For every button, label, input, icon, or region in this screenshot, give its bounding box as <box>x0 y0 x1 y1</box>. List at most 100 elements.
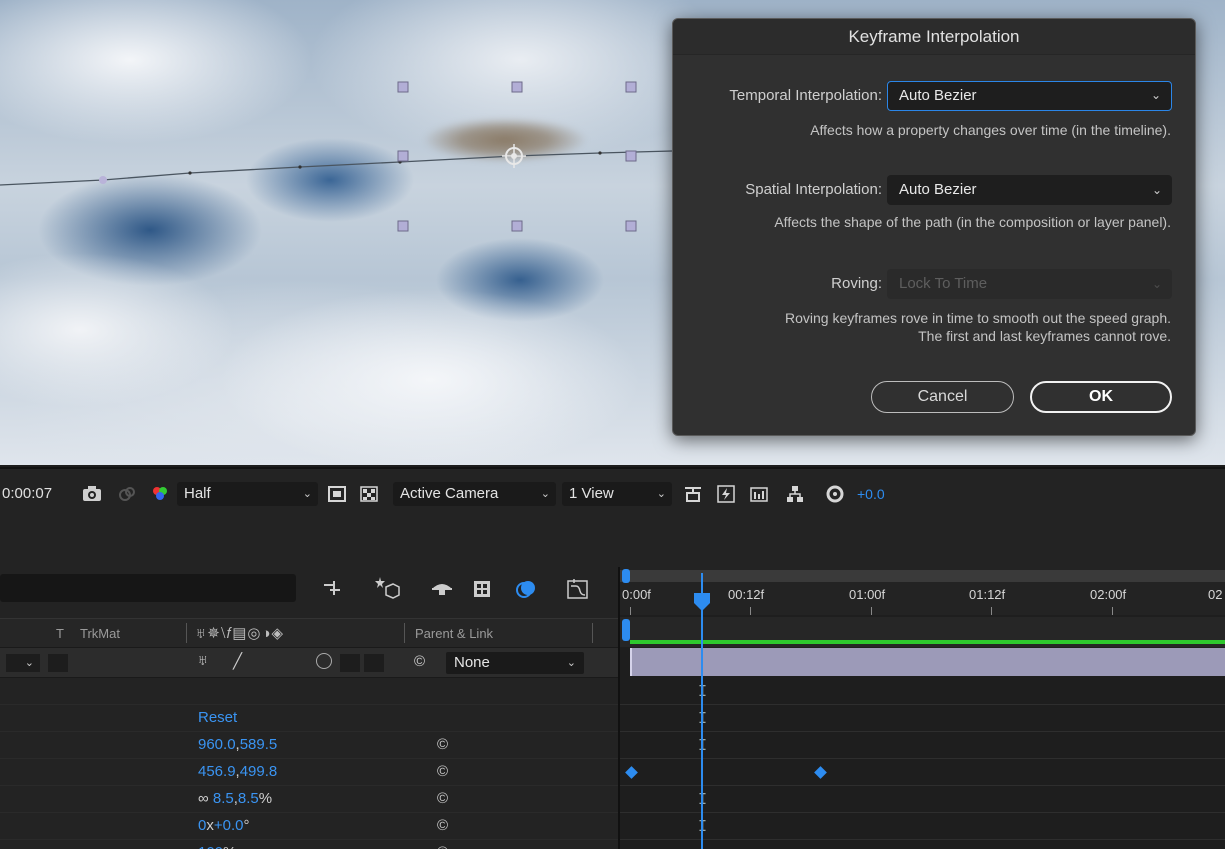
parent-dropdown[interactable]: None ⌄ <box>446 652 584 674</box>
graph-editor-icon[interactable] <box>566 577 590 601</box>
time-graph[interactable]: 0:00f 00:12f 01:00f 01:12f 02:00f 02 I I… <box>618 567 1225 849</box>
switches-icons[interactable]: ♅✵⧵𝑓▤◎◑◈ <box>195 624 284 642</box>
quality-switch-icon[interactable]: ╱ <box>233 652 242 670</box>
t-column-label: T <box>56 626 64 641</box>
timeline-icon[interactable] <box>749 484 769 504</box>
constrain-proportions-icon[interactable]: ∞ <box>198 790 209 807</box>
keyframe-diamond[interactable] <box>814 766 827 779</box>
anchor-point-icon[interactable] <box>502 144 526 168</box>
opacity-value[interactable]: 100% <box>198 844 236 849</box>
parent-value: None <box>454 654 490 671</box>
work-area-bar[interactable] <box>630 640 1225 644</box>
frame-blending-icon[interactable] <box>472 579 492 599</box>
spatial-interpolation-select[interactable]: Auto Bezier ⌄ <box>887 175 1172 205</box>
unit: % <box>223 844 236 849</box>
reset-link[interactable]: Reset <box>198 709 237 726</box>
pick-whip-icon[interactable]: © <box>437 790 448 807</box>
camera-value: Active Camera <box>400 485 499 502</box>
opacity-number[interactable]: 100 <box>198 844 223 849</box>
ruler-label: 01:00f <box>849 587 886 602</box>
resolution-value: Half <box>184 485 211 502</box>
position-x[interactable]: 456.9 <box>198 763 236 780</box>
adjustment-switch[interactable] <box>340 654 360 672</box>
timeline-row <box>620 732 1225 759</box>
fast-previews-icon[interactable] <box>716 484 736 504</box>
composition-viewer[interactable]: Keyframe Interpolation Temporal Interpol… <box>0 0 1225 465</box>
chevron-down-icon: ⌄ <box>656 488 666 500</box>
pick-whip-icon[interactable]: © <box>437 736 448 753</box>
channel-rgb-icon[interactable] <box>150 484 170 504</box>
pick-whip-icon[interactable]: © <box>437 844 448 849</box>
keyframe-diamond[interactable] <box>625 766 638 779</box>
bounding-handle[interactable] <box>511 81 523 93</box>
time-navigator[interactable] <box>620 570 1225 582</box>
cancel-button[interactable]: Cancel <box>871 381 1014 413</box>
temporal-interpolation-select[interactable]: Auto Bezier ⌄ <box>887 81 1172 111</box>
spatial-value: Auto Bezier <box>899 181 977 198</box>
timeline-row <box>620 813 1225 840</box>
anchor-point-value[interactable]: 960.0,589.5 <box>198 736 277 753</box>
shy-layers-icon[interactable] <box>430 579 454 599</box>
pick-whip-icon[interactable]: © <box>437 817 448 834</box>
shy-switch-icon[interactable]: ♅ <box>197 652 208 669</box>
ruler-label: 02 <box>1208 587 1223 602</box>
ok-button[interactable]: OK <box>1030 381 1172 413</box>
bounding-handle[interactable] <box>625 150 637 162</box>
chevron-down-icon: ⌄ <box>302 488 312 500</box>
trkmat-dropdown[interactable]: ⌄ <box>6 654 40 672</box>
draft-3d-icon[interactable] <box>374 575 400 601</box>
layer-search-input[interactable] <box>0 574 296 602</box>
scale-x[interactable]: 8.5 <box>213 790 234 807</box>
exposure-value[interactable]: +0.0 <box>857 469 885 519</box>
position-value[interactable]: 456.9,499.8 <box>198 763 277 780</box>
resolution-dropdown[interactable]: Half ⌄ <box>177 482 318 506</box>
bounding-handle[interactable] <box>511 220 523 232</box>
pick-whip-icon[interactable]: © <box>437 763 448 780</box>
anchor-x[interactable]: 960.0 <box>198 736 236 753</box>
layer-duration-bar[interactable] <box>630 648 1225 676</box>
trkmat-swatch[interactable] <box>48 654 68 672</box>
3d-switch[interactable] <box>364 654 384 672</box>
reset-exposure-icon[interactable] <box>825 484 845 504</box>
timecode[interactable]: 0:00:07 <box>2 469 52 519</box>
pick-whip-icon[interactable]: © <box>414 653 425 670</box>
bounding-handle[interactable] <box>397 220 409 232</box>
bounding-handle[interactable] <box>397 150 409 162</box>
region-of-interest-icon[interactable] <box>327 484 347 504</box>
rotation-value[interactable]: 0x+0.0° <box>198 817 249 834</box>
spatial-label: Spatial Interpolation: <box>745 181 882 198</box>
toggle-pixel-aspect-icon[interactable] <box>683 484 703 504</box>
parent-link-column-label: Parent & Link <box>415 626 494 641</box>
timeline-row <box>620 840 1225 849</box>
motion-blur-switch-icon[interactable] <box>316 653 332 669</box>
bounding-handle[interactable] <box>397 81 409 93</box>
camera-dropdown[interactable]: Active Camera ⌄ <box>393 482 556 506</box>
work-area-row[interactable] <box>620 617 1225 647</box>
bounding-handle[interactable] <box>625 81 637 93</box>
playhead-marker: I <box>698 709 708 727</box>
anchor-point-row: 960.0,589.5 © <box>0 732 618 759</box>
comp-flowchart-icon[interactable] <box>322 579 344 599</box>
position-y[interactable]: 499.8 <box>240 763 278 780</box>
snapshot-camera-icon[interactable] <box>82 484 102 504</box>
motion-blur-icon[interactable] <box>514 577 538 601</box>
views-dropdown[interactable]: 1 View ⌄ <box>562 482 672 506</box>
anchor-y[interactable]: 589.5 <box>240 736 278 753</box>
work-area-start-handle[interactable] <box>622 619 630 641</box>
scale-y[interactable]: 8.5 <box>238 790 259 807</box>
bounding-handle[interactable] <box>625 220 637 232</box>
show-snapshot-icon[interactable] <box>117 484 137 504</box>
ruler-label: 01:12f <box>969 587 1006 602</box>
playhead-handle-icon[interactable] <box>693 592 711 612</box>
unit: % <box>258 790 273 807</box>
current-time-indicator[interactable] <box>701 573 703 849</box>
motion-path-keyframe[interactable] <box>99 176 107 184</box>
temporal-description: Affects how a property changes over time… <box>810 122 1171 138</box>
navigator-start-handle[interactable] <box>622 569 630 583</box>
dialog-title: Keyframe Interpolation <box>673 19 1195 55</box>
rotation-degrees[interactable]: +0.0 <box>214 817 244 834</box>
scale-value[interactable]: ∞ 8.5,8.5% <box>198 790 272 807</box>
layer-row[interactable]: ⌄ ♅ ╱ © None ⌄ <box>0 648 618 678</box>
transparency-grid-icon[interactable] <box>359 484 379 504</box>
flowchart-icon[interactable] <box>785 484 805 504</box>
